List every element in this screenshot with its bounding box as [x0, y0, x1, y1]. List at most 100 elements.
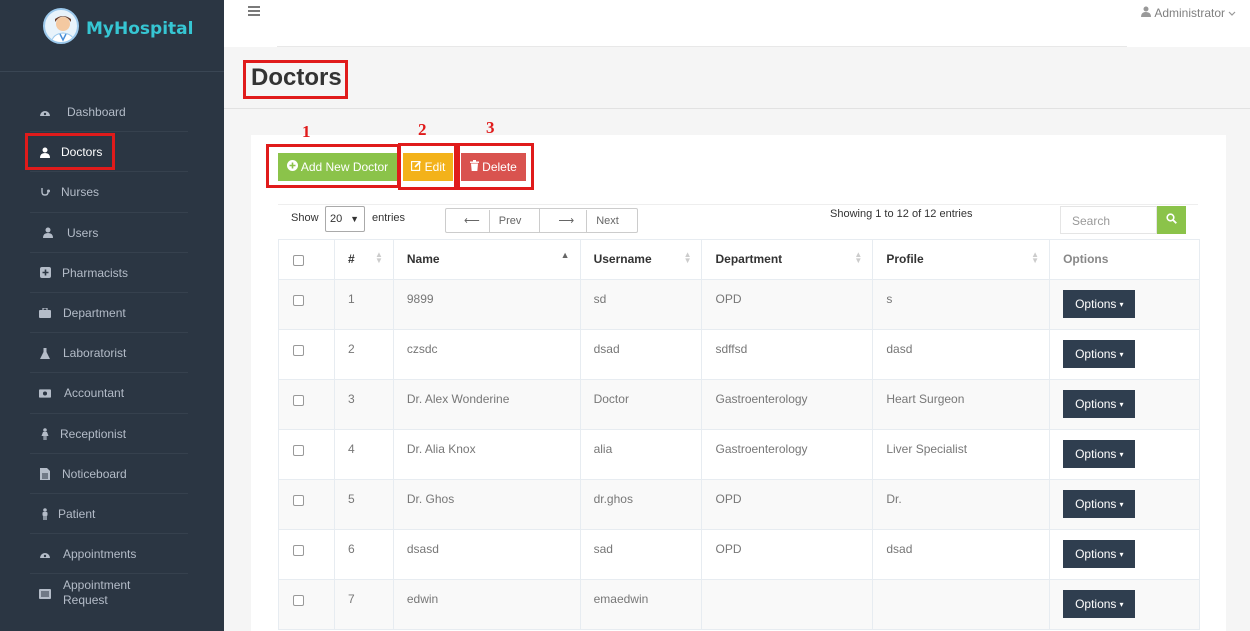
sidebar-item-label: Nurses [61, 185, 100, 200]
row-options-cell: Options ▾ [1049, 429, 1200, 480]
options-label: Options [1075, 397, 1117, 411]
row-profile [872, 579, 1051, 630]
options-dropdown-button[interactable]: Options ▾ [1063, 590, 1136, 618]
sidebar-item-patient[interactable]: Patient [0, 494, 224, 535]
menu-toggle-icon[interactable] [248, 6, 260, 16]
options-dropdown-button[interactable]: Options ▾ [1063, 440, 1136, 468]
row-checkbox[interactable] [293, 545, 304, 556]
table-row: 2 czsdc dsad sdffsd dasd Options ▾ [278, 329, 1200, 380]
row-checkbox[interactable] [293, 445, 304, 456]
row-checkbox[interactable] [293, 595, 304, 606]
caret-down-icon: ▾ [1119, 299, 1124, 309]
flask-icon [39, 347, 51, 359]
row-name: dsasd [392, 529, 581, 580]
row-number: 2 [333, 329, 394, 380]
user-menu[interactable]: Administrator [1141, 6, 1236, 20]
options-dropdown-button[interactable]: Options ▾ [1063, 540, 1136, 568]
row-department: OPD [701, 479, 874, 530]
sidebar-item-nurses[interactable]: Nurses [0, 172, 224, 213]
sort-asc-icon: ▲ [560, 250, 570, 260]
row-checkbox-cell [278, 279, 335, 330]
table-row: 4 Dr. Alia Knox alia Gastroenterology Liver … [278, 429, 1200, 480]
show-label: Show [291, 212, 319, 224]
sidebar-item-users[interactable]: Users [0, 213, 224, 253]
page-size-select[interactable]: 20 ▼ [325, 206, 365, 232]
table-top-divider [278, 204, 1198, 205]
entries-label: entries [372, 212, 406, 224]
caret-down-icon: ▾ [1119, 549, 1124, 559]
row-profile: s [872, 279, 1051, 330]
row-username: dr.ghos [579, 479, 703, 530]
row-options-cell: Options ▾ [1049, 329, 1200, 380]
sort-icon: ▲ ▼ [1031, 250, 1040, 265]
sidebar-item-label: Noticeboard [62, 466, 127, 481]
sidebar-item-laboratorist[interactable]: Laboratorist [0, 333, 224, 374]
search-button[interactable] [1157, 206, 1186, 234]
brand-name: MyHospital [86, 19, 194, 39]
options-dropdown-button[interactable]: Options ▾ [1063, 490, 1136, 518]
briefcase-icon [39, 307, 51, 319]
options-label: Options [1075, 347, 1117, 361]
caret-down-icon: ▾ [1119, 349, 1124, 359]
table-row: 1 9899 sd OPD s Options ▾ [278, 279, 1200, 330]
doctor-avatar-logo-icon [43, 8, 79, 44]
sidebar-item-dashboard[interactable]: Dashboard [0, 92, 224, 133]
row-checkbox[interactable] [293, 345, 304, 356]
sort-icon: ▲ ▼ [854, 250, 863, 265]
row-checkbox[interactable] [293, 495, 304, 506]
stethoscope-icon [39, 186, 51, 198]
annotation-number-2: 2 [418, 120, 427, 139]
select-all-header [278, 239, 335, 280]
highlight-add-box [266, 144, 400, 188]
row-checkbox-cell [278, 329, 335, 380]
sidebar-item-accountant[interactable]: Accountant [0, 373, 224, 414]
brand[interactable]: MyHospital [0, 0, 224, 72]
col-username-header[interactable]: Username ▲ ▼ [579, 239, 703, 280]
sidebar-item-noticeboard[interactable]: Noticeboard [0, 454, 224, 494]
options-dropdown-button[interactable]: Options ▾ [1063, 290, 1136, 318]
select-all-checkbox[interactable] [293, 255, 304, 266]
row-profile: Dr. [872, 479, 1051, 530]
sidebar-item-label: Laboratorist [63, 346, 127, 361]
sidebar-item-receptionist[interactable]: Receptionist [0, 414, 224, 454]
dashboard-icon [39, 106, 51, 118]
caret-down-icon: ▾ [1119, 399, 1124, 409]
sidebar-item-label: Patient [58, 506, 96, 521]
next-button[interactable]: ⟶ Next [539, 209, 636, 232]
row-name: Dr. Alex Wonderine [392, 379, 581, 430]
sidebar-item-pharmacists[interactable]: Pharmacists [0, 253, 224, 293]
prev-button[interactable]: ⟵ Prev [446, 209, 539, 232]
row-checkbox[interactable] [293, 295, 304, 306]
search-icon [1166, 213, 1177, 227]
annotation-number-1: 1 [302, 122, 311, 141]
row-checkbox[interactable] [293, 395, 304, 406]
arrow-right-icon: ⟶ [558, 215, 578, 227]
sidebar-item-department[interactable]: Department [0, 293, 224, 334]
sidebar-item-appointment-request[interactable]: Appointment Request [0, 574, 224, 614]
topbar-divider [277, 46, 1127, 47]
options-dropdown-button[interactable]: Options ▾ [1063, 340, 1136, 368]
row-department [701, 579, 874, 630]
caret-down-icon: ▾ [1119, 499, 1124, 509]
sort-icon: ▲ ▼ [683, 250, 692, 265]
row-number: 1 [333, 279, 394, 330]
table-row: 6 dsasd sad OPD dsad Options ▾ [278, 529, 1200, 580]
row-name: edwin [392, 579, 581, 630]
row-department: OPD [701, 279, 874, 330]
col-profile-header[interactable]: Profile ▲ ▼ [872, 239, 1051, 280]
col-number-header[interactable]: # ▲ ▼ [333, 239, 394, 280]
caret-down-icon: ▼ [350, 214, 359, 224]
search-input[interactable]: Search [1060, 206, 1157, 234]
row-name: czsdc [392, 329, 581, 380]
options-dropdown-button[interactable]: Options ▾ [1063, 390, 1136, 418]
col-name-header[interactable]: Name ▲ [392, 239, 581, 280]
options-label: Options [1075, 297, 1117, 311]
sidebar-item-label: Pharmacists [62, 265, 129, 280]
col-department-header[interactable]: Department ▲ ▼ [701, 239, 874, 280]
row-number: 4 [333, 429, 394, 480]
pagination: ⟵ Prev ⟶ Next [445, 208, 638, 233]
sidebar-item-appointments[interactable]: Appointments [0, 534, 224, 575]
row-username: sd [579, 279, 703, 330]
row-department: OPD [701, 529, 874, 580]
row-username: alia [579, 429, 703, 480]
